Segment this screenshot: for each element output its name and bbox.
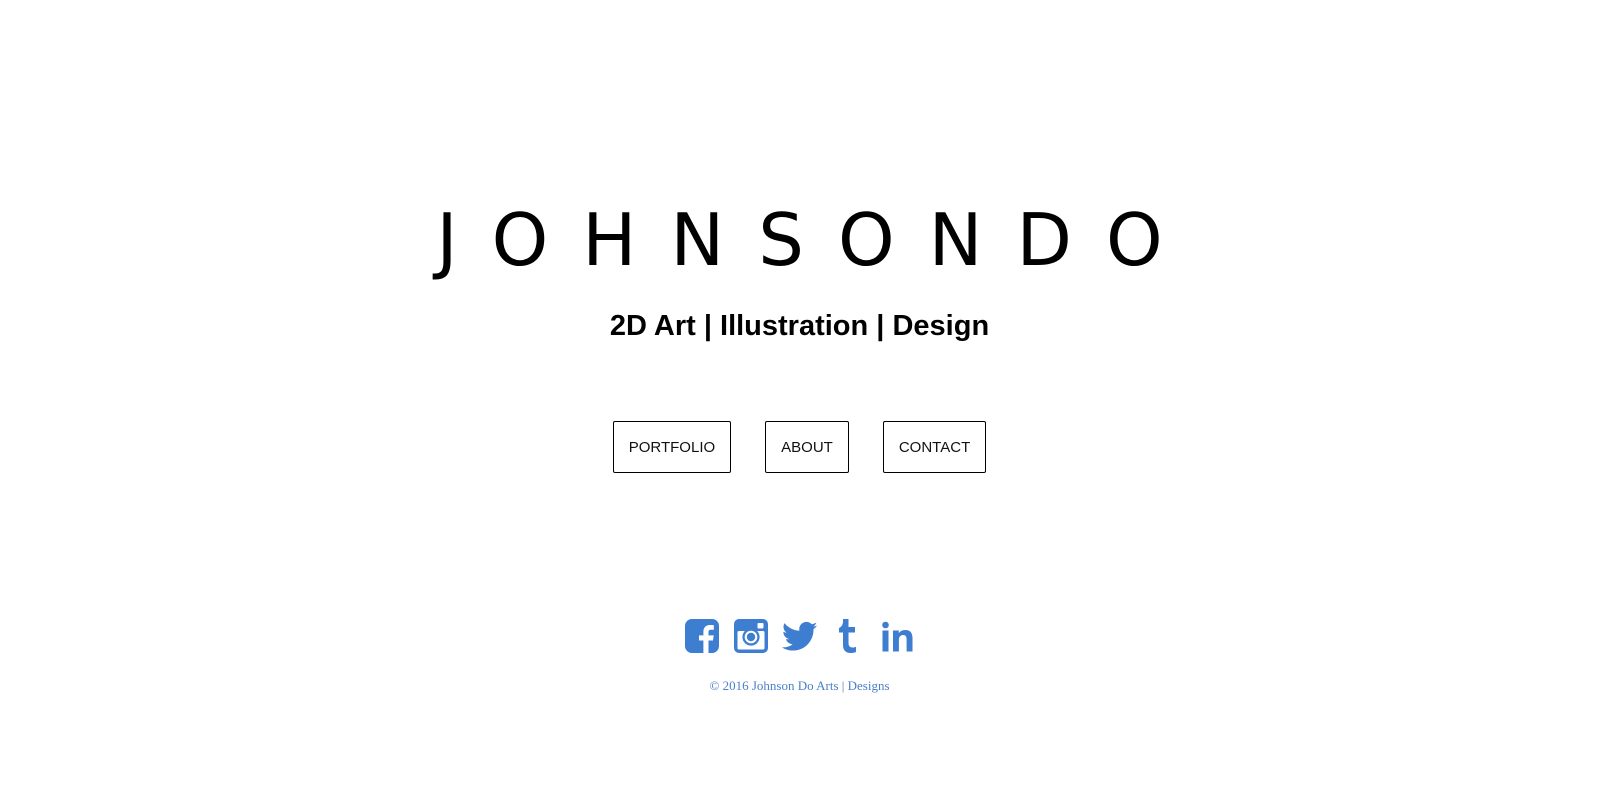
contact-button[interactable]: CONTACT (882, 421, 987, 473)
facebook-link[interactable] (684, 618, 720, 654)
landing-page: JOHNSONDO 2D Art | Illustration | Design… (0, 0, 1599, 797)
portfolio-button[interactable]: PORTFOLIO (612, 421, 732, 473)
instagram-icon (733, 618, 769, 654)
about-button[interactable]: ABOUT (765, 421, 849, 473)
facebook-icon (684, 618, 720, 654)
twitter-icon (781, 618, 818, 654)
brand-title: JOHNSONDO (436, 198, 1197, 282)
main-nav: PORTFOLIO ABOUT CONTACT (0, 421, 1599, 473)
tagline: 2D Art | Illustration | Design (609, 310, 990, 342)
tumblr-icon (836, 618, 862, 654)
social-links (0, 618, 1599, 654)
twitter-link[interactable] (781, 618, 818, 654)
linkedin-icon (880, 618, 916, 654)
linkedin-link[interactable] (880, 618, 916, 654)
copyright-text: © 2016 Johnson Do Arts | Designs (709, 678, 890, 693)
tumblr-link[interactable] (831, 618, 867, 654)
instagram-link[interactable] (733, 618, 769, 654)
